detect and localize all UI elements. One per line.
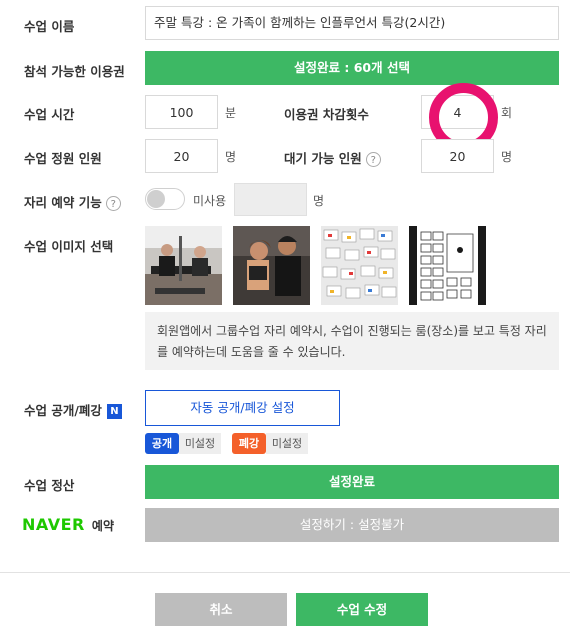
image-description: 회원앱에서 그룹수업 자리 예약시, 수업이 진행되는 룸(장소)를 보고 특정… <box>145 312 559 370</box>
capacity-unit: 명 <box>225 150 237 164</box>
seat-label: 자리 예약 기능 <box>24 195 102 210</box>
toggle-knob <box>147 190 165 208</box>
naver-logo-text: NAVER <box>22 515 85 534</box>
cancel-button[interactable]: 취소 <box>155 593 287 626</box>
settlement-label: 수업 정산 <box>24 478 75 493</box>
auto-visibility-button[interactable]: 자동 공개/폐강 설정 <box>145 390 340 426</box>
seat-count-input <box>234 183 307 216</box>
waiting-unit: 명 <box>501 150 513 164</box>
seat-unit: 명 <box>313 194 325 208</box>
capacity-label: 수업 정원 인원 <box>24 151 102 166</box>
waiting-label-wrap: 대기 가능 인원? <box>284 148 381 167</box>
seat-toggle-text: 미사용 <box>193 194 227 208</box>
waiting-label: 대기 가능 인원 <box>284 151 362 166</box>
deduct-unit: 회 <box>501 106 513 120</box>
class-time-label: 수업 시간 <box>24 107 75 122</box>
naver-logo-suffix: 예약 <box>91 519 115 533</box>
open-status: 미설정 <box>179 433 221 454</box>
close-tag: 폐강 <box>232 433 266 454</box>
capacity-input[interactable]: 20 <box>145 139 218 173</box>
visibility-label: 수업 공개/폐강 <box>24 403 102 418</box>
settlement-button[interactable]: 설정완료 <box>145 465 559 499</box>
passes-label: 참석 가능한 이용권 <box>24 64 125 79</box>
class-image-option-1[interactable] <box>145 226 222 305</box>
class-image-option-4[interactable] <box>409 226 486 305</box>
class-time-unit: 분 <box>225 106 237 120</box>
footer-divider <box>0 572 570 573</box>
class-name-input[interactable]: 주말 특강 : 온 가족이 함께하는 인플루언서 특강(2시간) <box>145 6 559 40</box>
open-tag: 공개 <box>145 433 179 454</box>
help-icon[interactable]: ? <box>365 152 381 167</box>
close-status: 미설정 <box>266 433 308 454</box>
class-name-label: 수업 이름 <box>24 19 75 34</box>
visibility-label-wrap: 수업 공개/폐강 N <box>24 400 122 419</box>
waiting-input[interactable]: 20 <box>421 139 494 173</box>
help-icon[interactable]: ? <box>105 196 121 211</box>
class-name-value: 주말 특강 : 온 가족이 함께하는 인플루언서 특강(2시간) <box>154 15 446 30</box>
deduct-label: 이용권 차감횟수 <box>284 107 369 122</box>
seat-toggle[interactable] <box>145 188 185 210</box>
class-time-input[interactable]: 100 <box>145 95 218 129</box>
naver-setting-button: 설정하기 : 설정불가 <box>145 508 559 542</box>
new-badge: N <box>106 404 122 419</box>
submit-button[interactable]: 수업 수정 <box>296 593 428 626</box>
passes-button[interactable]: 설정완료 : 60개 선택 <box>145 51 559 85</box>
class-image-option-2[interactable] <box>233 226 310 305</box>
naver-booking-logo: NAVER 예약 <box>22 515 114 534</box>
image-label: 수업 이미지 선택 <box>24 239 114 254</box>
class-image-option-3[interactable] <box>321 226 398 305</box>
seat-label-wrap: 자리 예약 기능? <box>24 192 121 211</box>
